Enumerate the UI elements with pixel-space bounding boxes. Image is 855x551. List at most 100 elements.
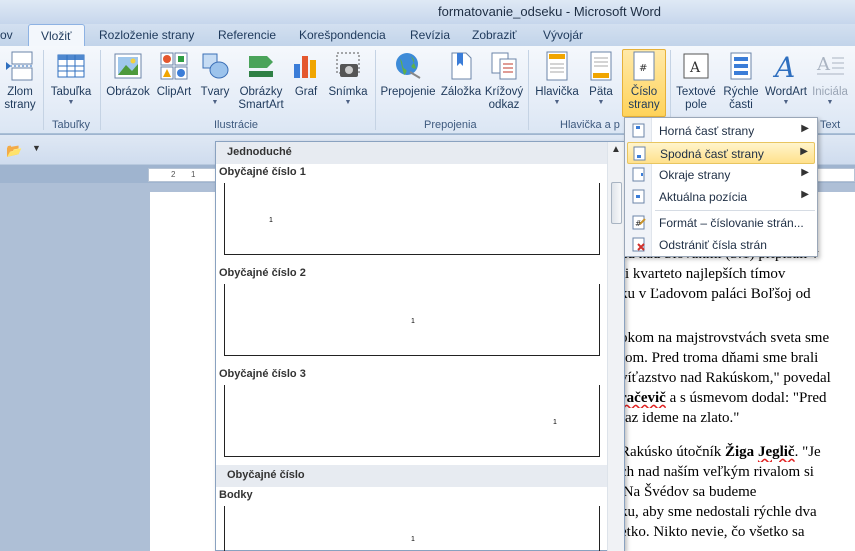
format-page-numbers-icon: # [632,215,646,230]
tab-page-layout[interactable]: Rozloženie strany [99,28,194,42]
document-text[interactable]: nu nad Slovákmi (3:1) pripísali v ri kva… [620,244,853,542]
picture-button[interactable]: Obrázok [104,50,152,99]
menu-item-remove-page-numbers[interactable]: Odstrániť čísla strán [627,234,815,256]
group-separator [100,50,101,130]
menu-item-bottom-of-page[interactable]: Spodná časť strany ▶ [627,142,815,164]
group-separator [43,50,44,130]
clipart-button[interactable]: ClipArt [155,50,193,99]
text-line: okom na majstrovstvách sveta sme [620,330,830,346]
group-label-tables: Tabuľky [52,119,91,131]
menu-item-format-page-numbers[interactable]: # Formát – číslovanie strán... [627,212,815,234]
gallery-section-header: Obyčajné číslo [216,465,608,487]
drop-cap-button[interactable]: A Iniciála ▼ [810,50,850,107]
submenu-arrow-icon: ▶ [801,167,809,178]
page-margins-icon [632,167,645,182]
shapes-icon [202,53,229,79]
gallery-item-dots[interactable]: 1 [224,506,600,551]
table-icon [57,54,85,78]
page-break-icon [6,51,34,81]
text-line: ri kvarteto najlepších tímov [620,266,786,282]
gallery-item-title: Bodky [219,489,253,501]
tab-file[interactable]: ov [0,28,13,42]
shapes-button[interactable]: Tvary ▼ [198,50,232,107]
tab-insert[interactable]: Vložiť [28,24,85,47]
menu-item-top-of-page[interactable]: Horná časť strany ▶ [627,120,815,142]
group-label-links: Prepojenia [424,119,477,131]
quick-parts-button[interactable]: Rýchle časti [720,50,762,112]
customize-toolbar-icon[interactable]: ▼ [32,143,41,153]
tab-developer[interactable]: Vývojár [543,28,583,42]
ruler-tick: 1 [191,170,196,179]
page-number-gallery: Jednoduché Obyčajné číslo 1 1 Obyčajné č… [215,141,625,551]
gallery-item-title: Obyčajné číslo 2 [219,267,306,279]
text-line: Rakúsko útočník Žiga Jeglič. "Je [620,444,821,460]
clipart-icon [160,52,188,80]
menu-item-current-position[interactable]: Aktuálna pozícia ▶ [627,186,815,208]
gallery-section-header: Jednoduché [216,142,608,164]
bottom-of-page-icon [633,146,646,161]
top-of-page-icon [632,123,645,138]
submenu-arrow-icon: ▶ [801,123,809,134]
quick-parts-icon [730,52,752,80]
svg-text:#: # [639,63,647,74]
gallery-item-title: Obyčajné číslo 1 [219,166,306,178]
table-button[interactable]: Tabuľka ▼ [48,50,94,107]
smartart-button[interactable]: Obrázky SmartArt [236,50,286,112]
cross-reference-button[interactable]: Krížový odkaz [484,50,524,112]
window-title: formatovanie_odseku - Microsoft Word [438,4,662,19]
text-box-icon: A [683,53,709,79]
hyperlink-button[interactable]: Prepojenie [380,50,436,99]
dropdown-arrow-icon: ▼ [211,99,219,106]
ruler-tick: 2 [171,170,176,179]
dropdown-arrow-icon: ▼ [782,99,790,106]
header-icon [546,51,568,81]
text-line: ku v Ľadovom paláci Boľšoj od [620,286,811,302]
screenshot-button[interactable]: Snímka ▼ [326,50,370,107]
page-break-button[interactable]: Zlom strany [2,50,38,112]
text-box-button[interactable]: A Textové pole [674,50,718,112]
ribbon-tabs: ov Vložiť Rozloženie strany Referencie K… [0,24,855,47]
tab-references[interactable]: Referencie [218,28,276,42]
player-name: račevič [620,390,666,406]
menu-separator [655,210,815,211]
dropdown-arrow-icon: ▼ [826,99,834,106]
gallery-scrollbar[interactable]: ▲ [607,142,624,551]
tab-mailings[interactable]: Korešpondencia [299,28,386,42]
gallery-item-plain-number-1[interactable]: 1 [224,183,600,255]
page-number-button[interactable]: # Číslo strany [622,49,666,117]
drop-cap-icon: A [816,54,844,75]
page-number-preview: 1 [411,318,415,325]
hyperlink-icon [396,53,421,79]
title-bar: formatovanie_odseku - Microsoft Word [0,0,855,24]
wordart-icon: A [772,51,795,82]
screenshot-icon [336,52,360,77]
tab-view[interactable]: Zobraziť [472,28,517,42]
header-button[interactable]: Hlavička ▼ [533,50,581,107]
text-line: 'Na Švédov sa budeme [620,484,757,500]
gallery-item-plain-number-3[interactable]: 1 [224,385,600,457]
scroll-thumb[interactable] [611,182,622,224]
open-folder-icon[interactable]: 📂 [6,143,22,159]
submenu-arrow-icon: ▶ [801,189,809,200]
dropdown-arrow-icon: ▼ [597,99,605,106]
page-number-menu: Horná časť strany ▶ Spodná časť strany ▶… [624,117,818,257]
page-number-preview: 1 [269,217,273,224]
footer-icon [590,51,612,81]
text-line: víťazstvo nad Rakúskom," povedal [620,370,831,386]
bookmark-button[interactable]: Záložka [440,50,482,99]
group-label-illustrations: Ilustrácie [214,119,259,131]
smartart-icon [249,56,273,77]
player-first-name: Žiga [725,444,755,460]
chart-button[interactable]: Graf [289,50,323,99]
submenu-arrow-icon: ▶ [800,146,808,157]
remove-page-numbers-icon [632,237,645,252]
svg-text:A: A [816,54,831,75]
picture-icon [114,53,142,79]
wordart-button[interactable]: A WordArt ▼ [764,50,808,107]
tab-review[interactable]: Revízia [410,28,450,42]
scroll-up-icon[interactable]: ▲ [611,144,621,155]
gallery-item-plain-number-2[interactable]: 1 [224,284,600,356]
menu-item-page-margins[interactable]: Okraje strany ▶ [627,164,815,186]
text-line: raz ideme na zlato." [620,410,740,426]
footer-button[interactable]: Päta ▼ [584,50,618,107]
